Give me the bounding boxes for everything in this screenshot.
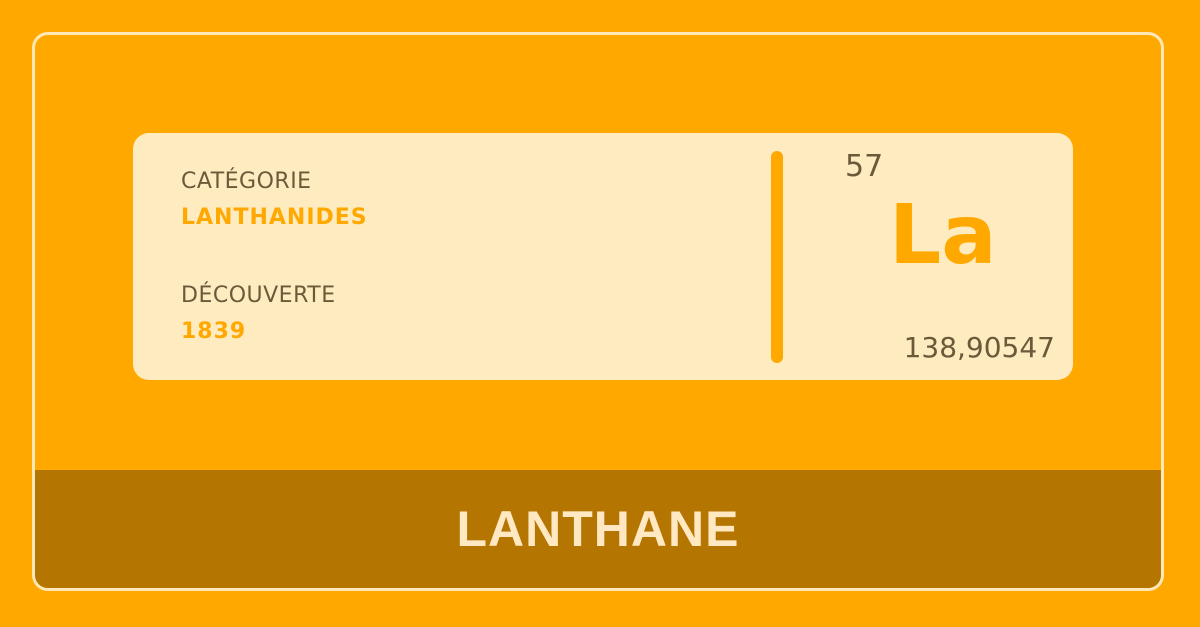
category-value: LANTHANIDES bbox=[181, 205, 368, 230]
discovery-label: DÉCOUVERTE bbox=[181, 283, 336, 308]
footer-bar: LANTHANE bbox=[35, 470, 1161, 588]
category-label: CATÉGORIE bbox=[181, 169, 312, 194]
element-symbol: La bbox=[889, 188, 997, 283]
discovery-value: 1839 bbox=[181, 319, 247, 344]
element-frame: CATÉGORIE LANTHANIDES DÉCOUVERTE 1839 57… bbox=[32, 32, 1164, 591]
vertical-divider bbox=[771, 151, 783, 363]
element-name: LANTHANE bbox=[456, 501, 740, 557]
atomic-mass: 138,90547 bbox=[903, 331, 1055, 364]
atomic-number: 57 bbox=[845, 149, 884, 184]
element-card: CATÉGORIE LANTHANIDES DÉCOUVERTE 1839 57… bbox=[133, 133, 1073, 380]
